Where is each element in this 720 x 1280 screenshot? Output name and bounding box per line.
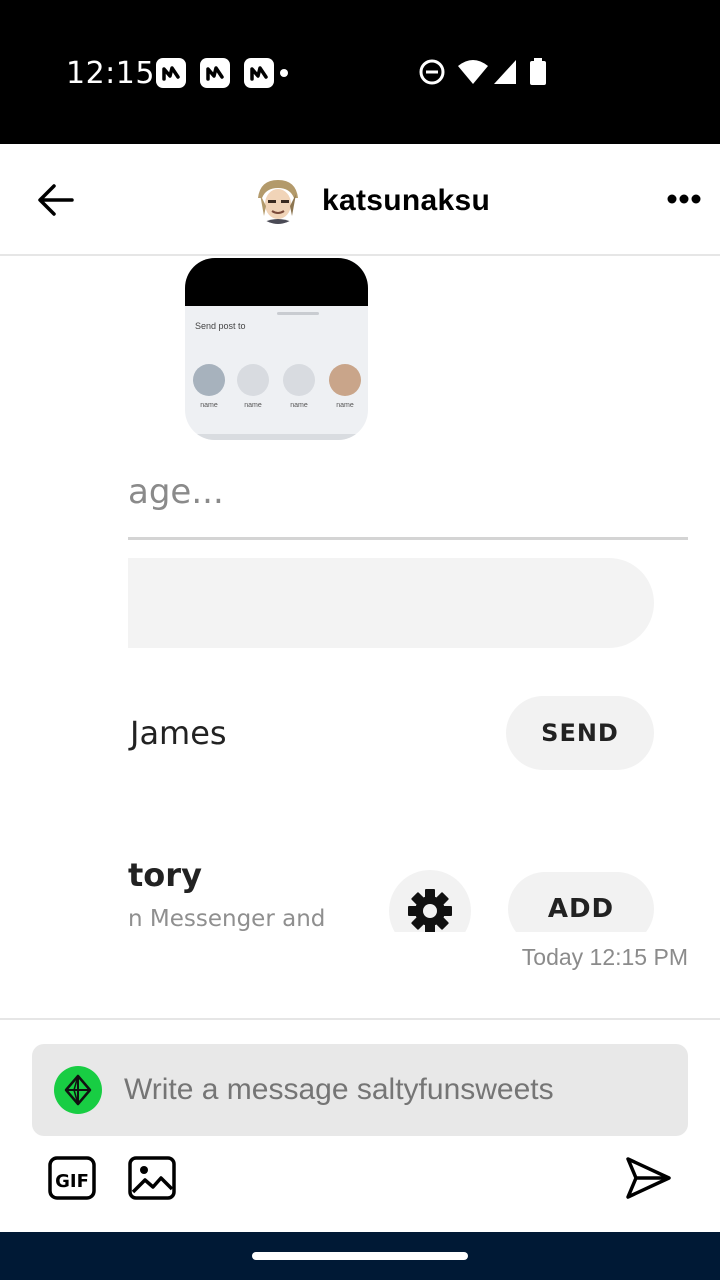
more-notifications-dot <box>280 69 288 77</box>
message-thread[interactable]: Send post to name name name name age... … <box>0 258 720 1018</box>
message-input[interactable] <box>124 1044 674 1136</box>
gif-button[interactable]: GIF <box>48 1156 96 1200</box>
send-icon <box>626 1157 671 1199</box>
screenshot-search-pill <box>128 558 654 648</box>
status-time: 12:15 <box>66 56 155 91</box>
screenshot-input-text: age... <box>128 472 224 512</box>
cellular-signal-icon <box>492 56 518 93</box>
back-arrow-icon <box>38 184 74 216</box>
send-button[interactable] <box>624 1154 672 1202</box>
back-button[interactable] <box>32 180 80 220</box>
more-options-icon <box>667 194 701 204</box>
conversation-header: katsunaksu <box>0 144 720 256</box>
screenshot-thumbnail: Send post to name name name name <box>185 258 368 440</box>
conversation-username[interactable]: katsunaksu <box>322 184 490 218</box>
compose-bar: GIF <box>0 1018 720 1232</box>
screenshot-story-title: tory <box>128 856 202 894</box>
gear-icon <box>389 870 471 932</box>
battery-icon <box>528 56 548 93</box>
screenshot-story-subtitle: n Messenger and <box>128 906 326 932</box>
screenshot-contact-name: James <box>130 714 227 752</box>
svg-text:GIF: GIF <box>55 1171 89 1192</box>
system-navigation-bar <box>0 1232 720 1280</box>
screenshot-send-button: SEND <box>506 696 654 770</box>
wifi-icon <box>456 56 490 93</box>
screenshot-add-button: ADD <box>508 872 654 932</box>
shared-screenshot-image[interactable]: Send post to name name name name age... … <box>128 258 720 932</box>
do-not-disturb-icon <box>418 56 446 93</box>
gif-icon: GIF <box>48 1156 96 1200</box>
avatar[interactable] <box>254 176 302 224</box>
status-bar: 12:15 <box>0 0 720 144</box>
message-timestamp: Today 12:15 PM <box>521 944 688 970</box>
sender-avatar <box>54 1066 102 1114</box>
more-options-button[interactable] <box>664 192 704 206</box>
app-notification-icon <box>156 58 186 88</box>
app-notification-icon <box>200 58 230 88</box>
message-field-container[interactable] <box>32 1044 688 1136</box>
image-button[interactable] <box>128 1156 176 1200</box>
screenshot-divider <box>128 537 688 540</box>
app-notification-icon <box>244 58 274 88</box>
image-icon <box>128 1156 176 1200</box>
home-indicator[interactable] <box>252 1252 468 1260</box>
